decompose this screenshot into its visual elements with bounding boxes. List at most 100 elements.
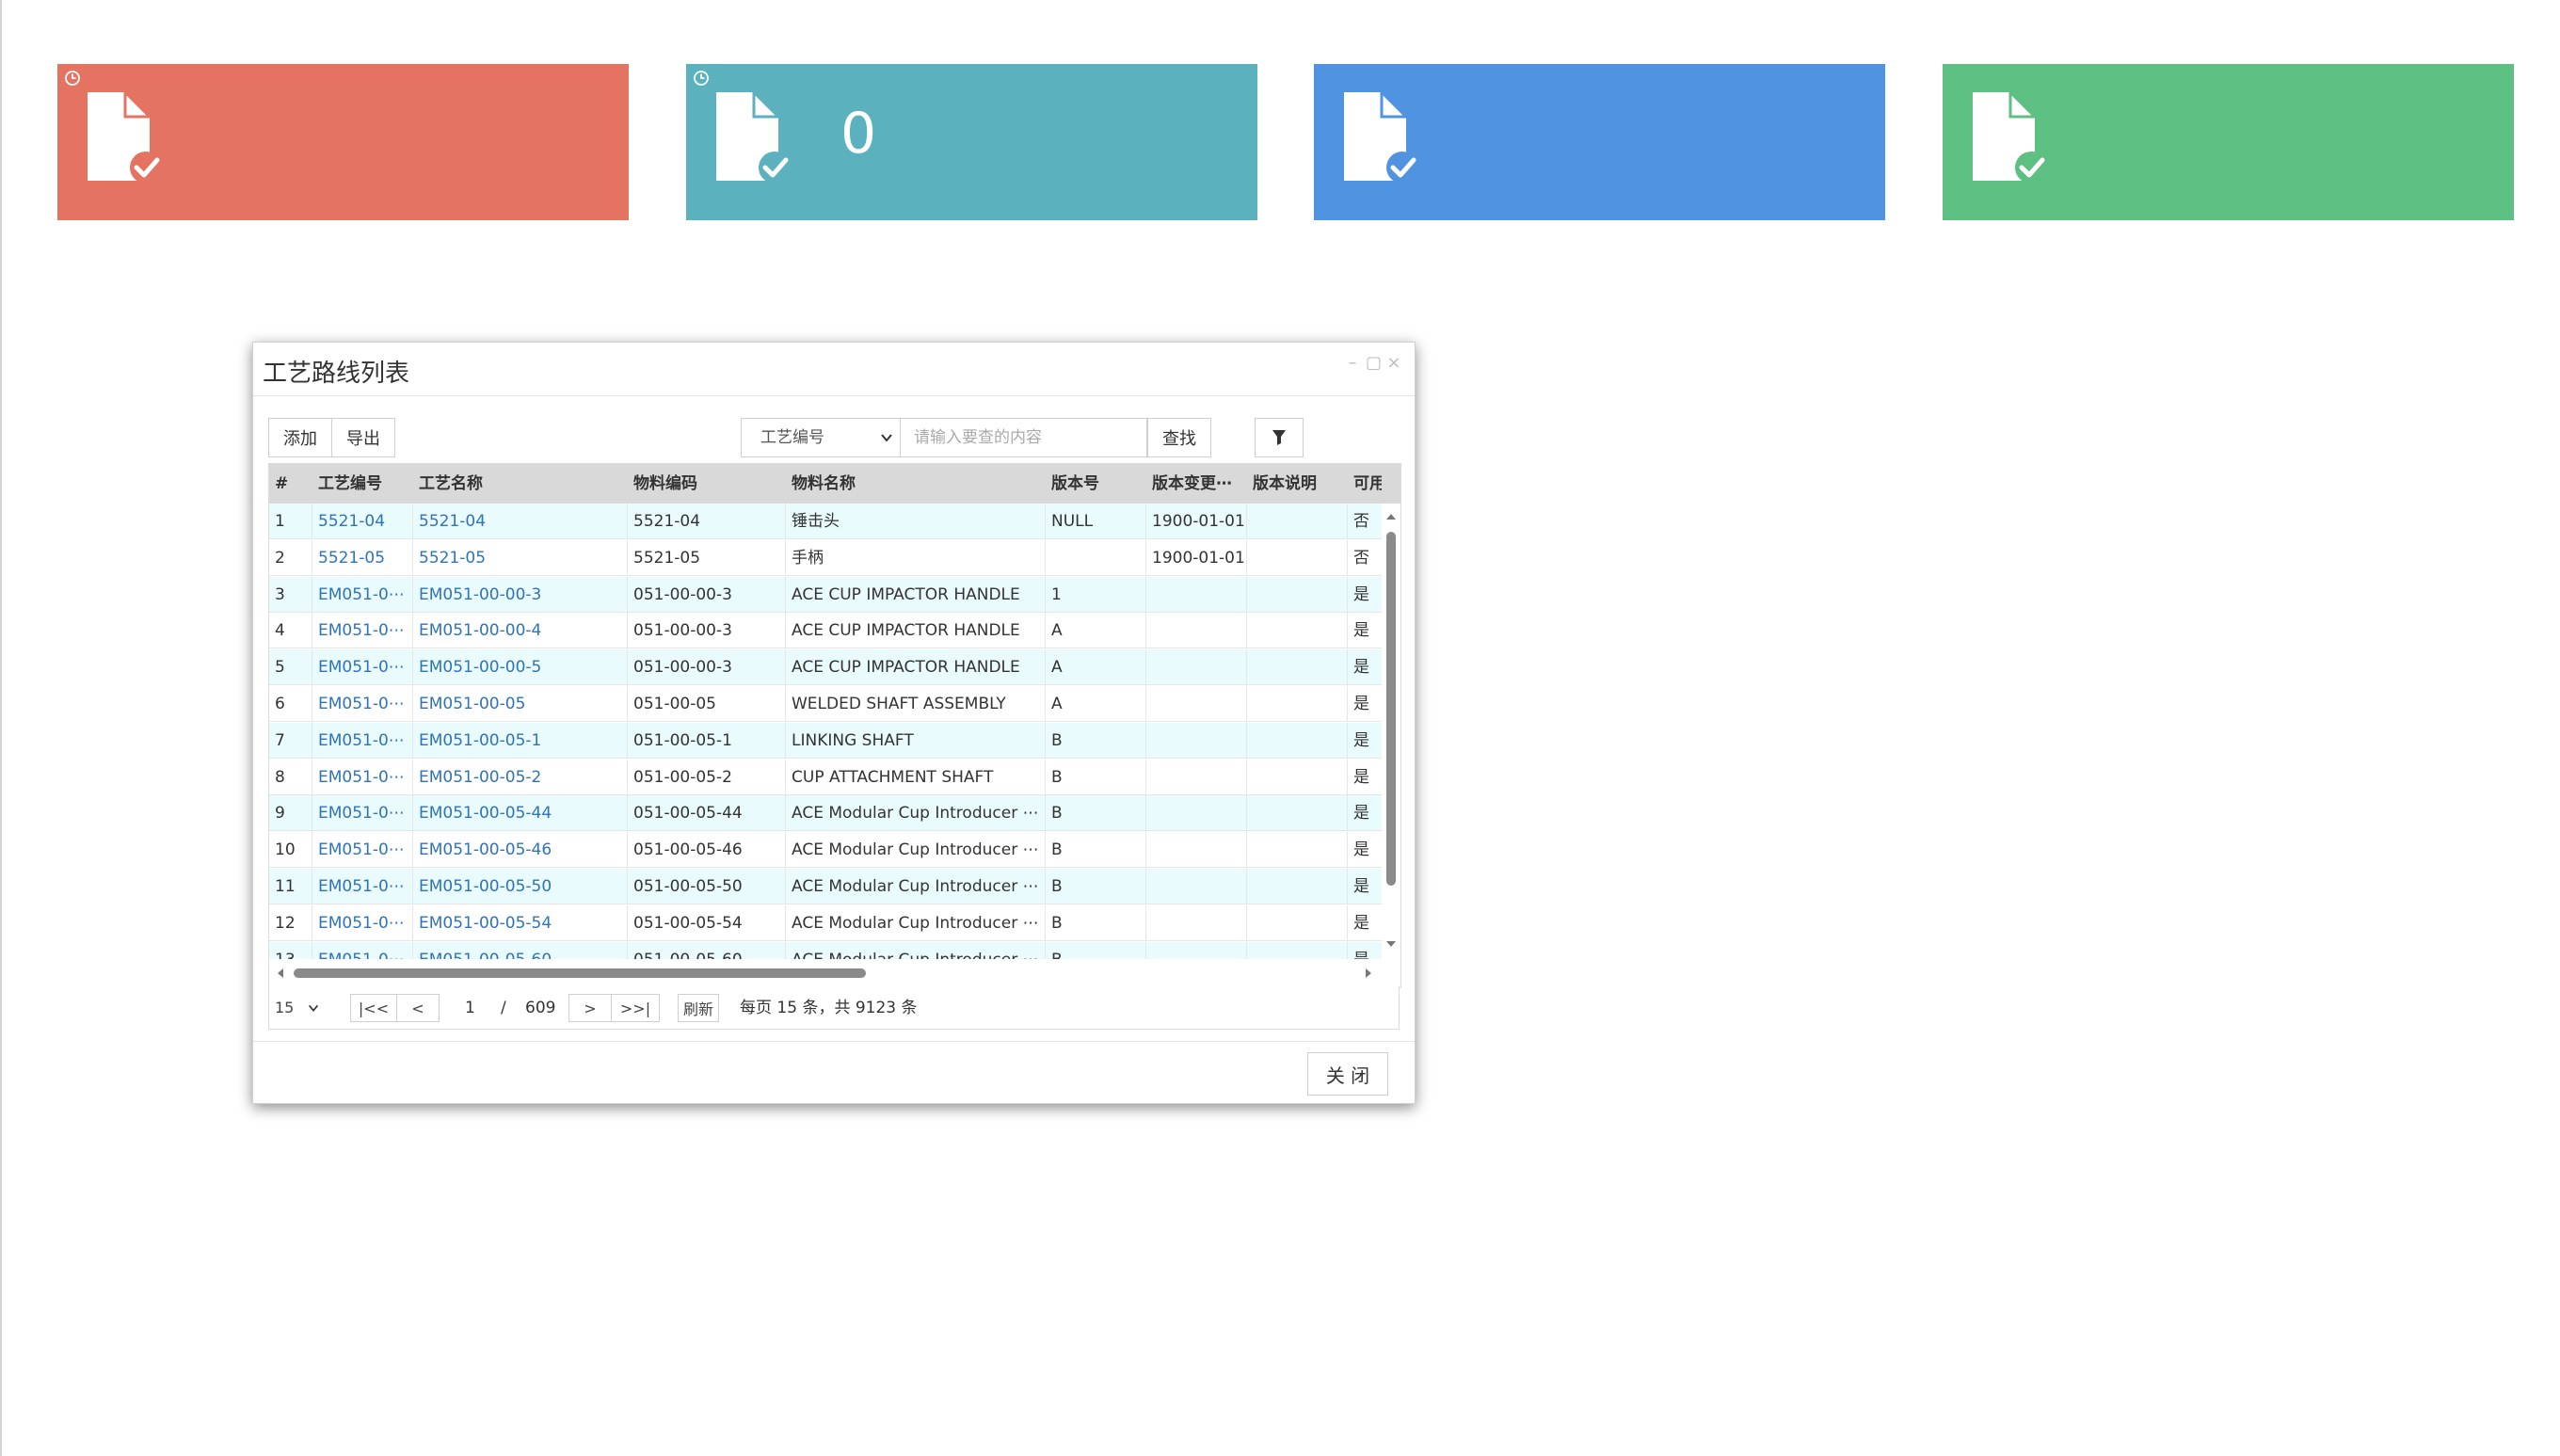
table-row[interactable]: 11 EM051-0⋯ EM051-00-05-50 051-00-05-50 ACE … (269, 869, 1382, 904)
table-cell-link[interactable]: EM051-00-05-54 (413, 904, 628, 941)
table-cell: A (1046, 613, 1146, 649)
page-size-select[interactable]: 15 (269, 994, 335, 1022)
stat-card-3[interactable] (1314, 64, 1885, 220)
vertical-scroll-thumb[interactable] (1386, 532, 1396, 886)
table-cell (1247, 904, 1348, 941)
table-cell (1146, 649, 1247, 686)
table-cell: ACE Modular Cup Introducer ⋯ (786, 795, 1046, 832)
table-row[interactable]: 12 EM051-0⋯ EM051-00-05-54 051-00-05-54 ACE … (269, 904, 1382, 941)
table-cell: CUP ATTACHMENT SHAFT (786, 759, 1046, 795)
table-cell-link[interactable]: EM051-00-05-44 (413, 795, 628, 832)
filter-button[interactable] (1255, 418, 1304, 457)
table-cell-link[interactable]: EM051-0⋯ (312, 759, 413, 795)
table-cell-link[interactable]: EM051-00-05-60 (413, 941, 628, 959)
table-cell (1247, 613, 1348, 649)
table-cell-link[interactable]: EM051-0⋯ (312, 941, 413, 959)
maximize-icon[interactable]: ▢ (1366, 355, 1382, 372)
table-cell-link[interactable]: EM051-00-00-5 (413, 649, 628, 686)
table-cell (1247, 941, 1348, 959)
close-icon[interactable]: × (1386, 355, 1401, 372)
search-field-select[interactable]: 工艺编号 (741, 418, 901, 457)
table-row[interactable]: 3 EM051-0⋯ EM051-00-00-3 051-00-00-3 ACE CUP… (269, 576, 1382, 613)
table-cell-link[interactable]: EM051-00-05-2 (413, 759, 628, 795)
table-cell-link[interactable]: EM051-00-05 (413, 686, 628, 722)
table-row[interactable]: 13EM051-0⋯EM051-00-05-60051-00-05-60ACE … (269, 941, 1382, 959)
table-cell-link[interactable]: EM051-0⋯ (312, 686, 413, 722)
current-page[interactable]: 1 (465, 994, 475, 1022)
scroll-up-icon[interactable] (1382, 509, 1400, 524)
search-input[interactable] (901, 418, 1147, 457)
table-cell (1146, 832, 1247, 869)
table-cell-link[interactable]: 5521-04 (312, 504, 413, 539)
table-cell-link[interactable]: EM051-0⋯ (312, 613, 413, 649)
table-cell-link[interactable]: EM051-00-05-1 (413, 722, 628, 759)
table-cell-link[interactable]: EM051-0⋯ (312, 832, 413, 869)
table-cell: 否 (1353, 548, 1369, 568)
table-row[interactable]: 6 EM051-0⋯ EM051-00-05 051-00-05 WELDED SHAF… (269, 686, 1382, 722)
document-check-icon (716, 90, 791, 184)
minimize-icon[interactable]: – (1345, 355, 1360, 372)
table-cell (1247, 649, 1348, 686)
table-cell-link[interactable]: EM051-00-00-3 (413, 576, 628, 613)
column-header[interactable]: 物料编码 (628, 464, 786, 504)
export-button[interactable]: 导出 (331, 418, 395, 457)
table-cell-link[interactable]: EM051-0⋯ (312, 576, 413, 613)
table-cell-link[interactable]: EM051-0⋯ (312, 722, 413, 759)
column-header[interactable]: 工艺编号 (312, 464, 413, 504)
table-row[interactable]: 7 EM051-0⋯ EM051-00-05-1 051-00-05-1 LINKING… (269, 722, 1382, 759)
next-page-button[interactable]: > (568, 994, 612, 1022)
table-cell: ACE CUP IMPACTOR HANDLE (786, 613, 1046, 649)
table-cell-link[interactable]: EM051-0⋯ (312, 904, 413, 941)
table-row[interactable]: 5 EM051-0⋯ EM051-00-00-5 051-00-00-3 ACE CUP… (269, 649, 1382, 686)
table-cell: 是 (1348, 942, 1382, 959)
table-row[interactable]: 2 5521-05 5521-05 5521-05 手柄 1900-01-01 否 (269, 539, 1382, 576)
first-page-button[interactable]: |<< (350, 994, 397, 1022)
horizontal-scrollbar[interactable] (269, 959, 1400, 987)
add-button[interactable]: 添加 (268, 418, 332, 457)
table-cell-link[interactable]: 5521-04 (413, 504, 628, 539)
table-row[interactable]: 9 EM051-0⋯ EM051-00-05-44 051-00-05-44 ACE M… (269, 795, 1382, 832)
table-cell: 051-00-05-54 (628, 904, 786, 941)
vertical-scrollbar[interactable] (1382, 504, 1400, 959)
table-cell-link[interactable]: EM051-0⋯ (312, 869, 413, 904)
column-header[interactable]: 物料名称 (786, 464, 1046, 504)
stat-card-4[interactable] (1943, 64, 2514, 220)
close-button[interactable]: 关 闭 (1307, 1052, 1388, 1096)
column-header[interactable]: 版本号 (1046, 464, 1146, 504)
column-header[interactable]: 版本说明 (1247, 464, 1348, 504)
last-page-button[interactable]: >>| (611, 994, 660, 1022)
horizontal-scroll-thumb[interactable] (294, 968, 866, 978)
column-header[interactable]: 可用 (1348, 464, 1382, 504)
table-cell-link[interactable]: EM051-00-05-46 (413, 832, 628, 869)
prev-page-button[interactable]: < (396, 994, 440, 1022)
scroll-down-icon[interactable] (1382, 936, 1400, 952)
table-row[interactable]: 8 EM051-0⋯ EM051-00-05-2 051-00-05-2 CUP ATT… (269, 759, 1382, 795)
column-header[interactable]: 版本变更⋯ (1146, 464, 1247, 504)
table-cell (1146, 613, 1247, 649)
column-header[interactable]: 工艺名称 (413, 464, 628, 504)
table-row[interactable]: 10 EM051-0⋯ EM051-00-05-46 051-00-05-46 ACE … (269, 832, 1382, 869)
column-header[interactable]: # (269, 464, 312, 504)
table-cell: WELDED SHAFT ASSEMBLY (786, 686, 1046, 722)
chevron-down-icon (308, 1004, 319, 1012)
table-cell-link[interactable]: EM051-0⋯ (312, 795, 413, 832)
table-cell-link[interactable]: EM051-00-05-50 (413, 869, 628, 904)
table-row[interactable]: 4 EM051-0⋯ EM051-00-00-4 051-00-00-3 ACE CUP… (269, 613, 1382, 649)
refresh-button[interactable]: 刷新 (678, 994, 719, 1022)
search-button[interactable]: 查找 (1147, 418, 1211, 457)
table-cell: 锤击头 (786, 504, 1046, 539)
dialog-title: 工艺路线列表 (263, 360, 410, 388)
stat-card-1[interactable] (57, 64, 629, 220)
scroll-left-icon[interactable] (273, 964, 288, 983)
scroll-right-icon[interactable] (1361, 964, 1376, 983)
table-row[interactable]: 1 5521-04 5521-04 5521-04 锤击头 NULL 1900-01-01 否 (269, 504, 1382, 539)
table-cell-link[interactable]: EM051-00-00-4 (413, 613, 628, 649)
clock-icon (694, 71, 709, 86)
table-cell: 051-00-00-3 (628, 613, 786, 649)
footer-divider (253, 1041, 1415, 1042)
table-cell-link[interactable]: 5521-05 (312, 539, 413, 576)
table-cell-link[interactable]: 5521-05 (413, 539, 628, 576)
stat-card-2[interactable]: 0 (686, 64, 1257, 220)
table-cell: 4 (269, 613, 312, 649)
table-cell-link[interactable]: EM051-0⋯ (312, 649, 413, 686)
